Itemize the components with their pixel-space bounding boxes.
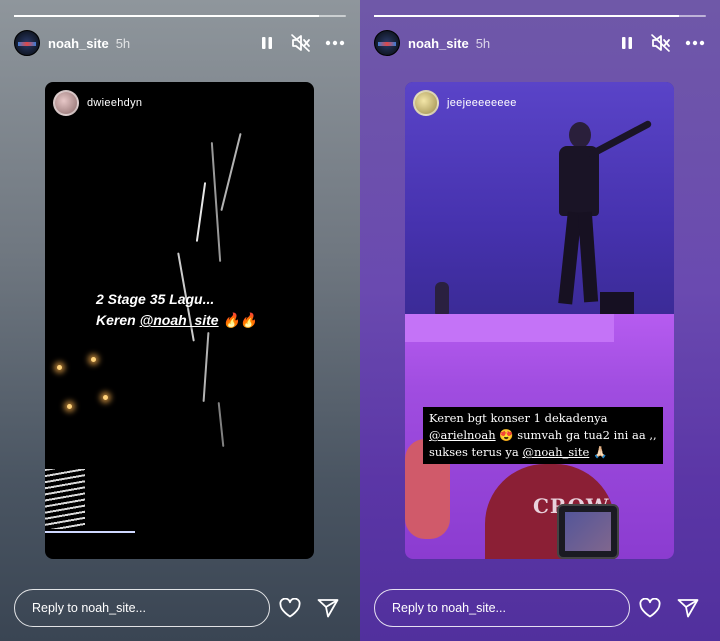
- story-panel-left: noah_site 5h dwieehdyn 2 Stage 35 Lagu..…: [0, 0, 360, 641]
- story-header: noah_site 5h: [374, 30, 706, 56]
- shared-post-author-name: jeejeeeeeeee: [447, 97, 517, 109]
- mention-link[interactable]: @arielnoah: [429, 428, 496, 442]
- send-icon[interactable]: [676, 596, 700, 620]
- story-caption: Keren bgt konser 1 dekadenya @arielnoah …: [423, 407, 663, 464]
- story-username[interactable]: noah_site: [408, 36, 469, 51]
- muted-speaker-icon[interactable]: [290, 32, 312, 54]
- story-caption: 2 Stage 35 Lagu... Keren @noah_site 🔥🔥: [96, 291, 258, 328]
- more-horizontal-icon[interactable]: [684, 32, 706, 54]
- story-header: noah_site 5h: [14, 30, 346, 56]
- heart-icon[interactable]: [638, 596, 662, 620]
- avatar: [53, 90, 79, 116]
- more-horizontal-icon[interactable]: [324, 32, 346, 54]
- avatar[interactable]: [374, 30, 400, 56]
- mention-link[interactable]: @noah_site: [522, 445, 589, 459]
- story-footer: Reply to noah_site...: [374, 589, 706, 627]
- story-footer: Reply to noah_site...: [14, 589, 346, 627]
- shared-post-author[interactable]: dwieehdyn: [53, 90, 142, 116]
- reply-input[interactable]: Reply to noah_site...: [374, 589, 630, 627]
- heart-icon[interactable]: [278, 596, 302, 620]
- avatar[interactable]: [14, 30, 40, 56]
- shared-post-author[interactable]: jeejeeeeeeee: [413, 90, 517, 116]
- pause-icon[interactable]: [256, 32, 278, 54]
- story-panel-right: noah_site 5h CROW jeejeeeeeeee: [360, 0, 720, 641]
- mention-link[interactable]: @noah_site: [140, 312, 219, 328]
- shared-post-author-name: dwieehdyn: [87, 97, 143, 109]
- story-timestamp: 5h: [475, 35, 491, 51]
- avatar: [413, 90, 439, 116]
- shared-post-card[interactable]: dwieehdyn 2 Stage 35 Lagu... Keren @noah…: [45, 82, 314, 559]
- pause-icon[interactable]: [616, 32, 638, 54]
- story-progress-bar: [14, 15, 346, 17]
- muted-speaker-icon[interactable]: [650, 32, 672, 54]
- story-username[interactable]: noah_site: [48, 36, 109, 51]
- send-icon[interactable]: [316, 596, 340, 620]
- reply-input[interactable]: Reply to noah_site...: [14, 589, 270, 627]
- shared-post-card[interactable]: CROW jeejeeeeeeee Keren bgt konser 1 dek…: [405, 82, 674, 559]
- story-progress-bar: [374, 15, 706, 17]
- story-timestamp: 5h: [115, 35, 131, 51]
